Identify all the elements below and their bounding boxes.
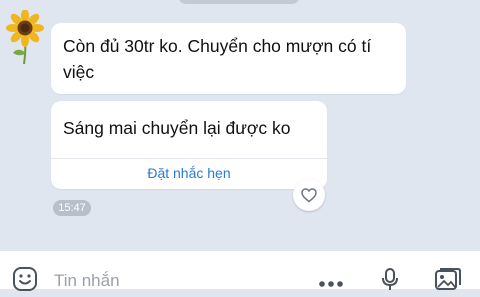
image-button[interactable]	[434, 266, 462, 297]
timestamp-badge: 15:47	[53, 200, 91, 216]
emoji-icon	[13, 267, 37, 291]
more-button[interactable]	[318, 275, 344, 293]
voice-button[interactable]	[380, 267, 400, 296]
bubble-divider	[51, 158, 327, 159]
heart-icon	[301, 187, 317, 202]
set-reminder-link[interactable]: Đặt nhắc hẹn	[51, 165, 327, 181]
message-composer: Tin nhắn	[0, 250, 480, 291]
sunflower-avatar-icon	[6, 9, 44, 65]
image-icon	[435, 268, 461, 290]
emoji-button[interactable]	[12, 266, 38, 297]
message-bubble[interactable]: Sáng mai chuyển lại được ko Đặt nhắc hẹn	[51, 101, 327, 189]
message-text: Còn đủ 30tr ko. Chuyển cho mượn có tí vi…	[63, 36, 372, 82]
message-input[interactable]: Tin nhắn	[54, 271, 120, 291]
microphone-icon	[382, 268, 398, 290]
message-text: Sáng mai chuyển lại được ko	[63, 118, 291, 138]
top-edge-bar	[178, 0, 300, 4]
more-dots-icon	[319, 281, 343, 287]
like-button[interactable]	[293, 179, 325, 211]
message-bubble[interactable]: Còn đủ 30tr ko. Chuyển cho mượn có tí vi…	[51, 23, 406, 94]
avatar[interactable]	[6, 9, 44, 65]
